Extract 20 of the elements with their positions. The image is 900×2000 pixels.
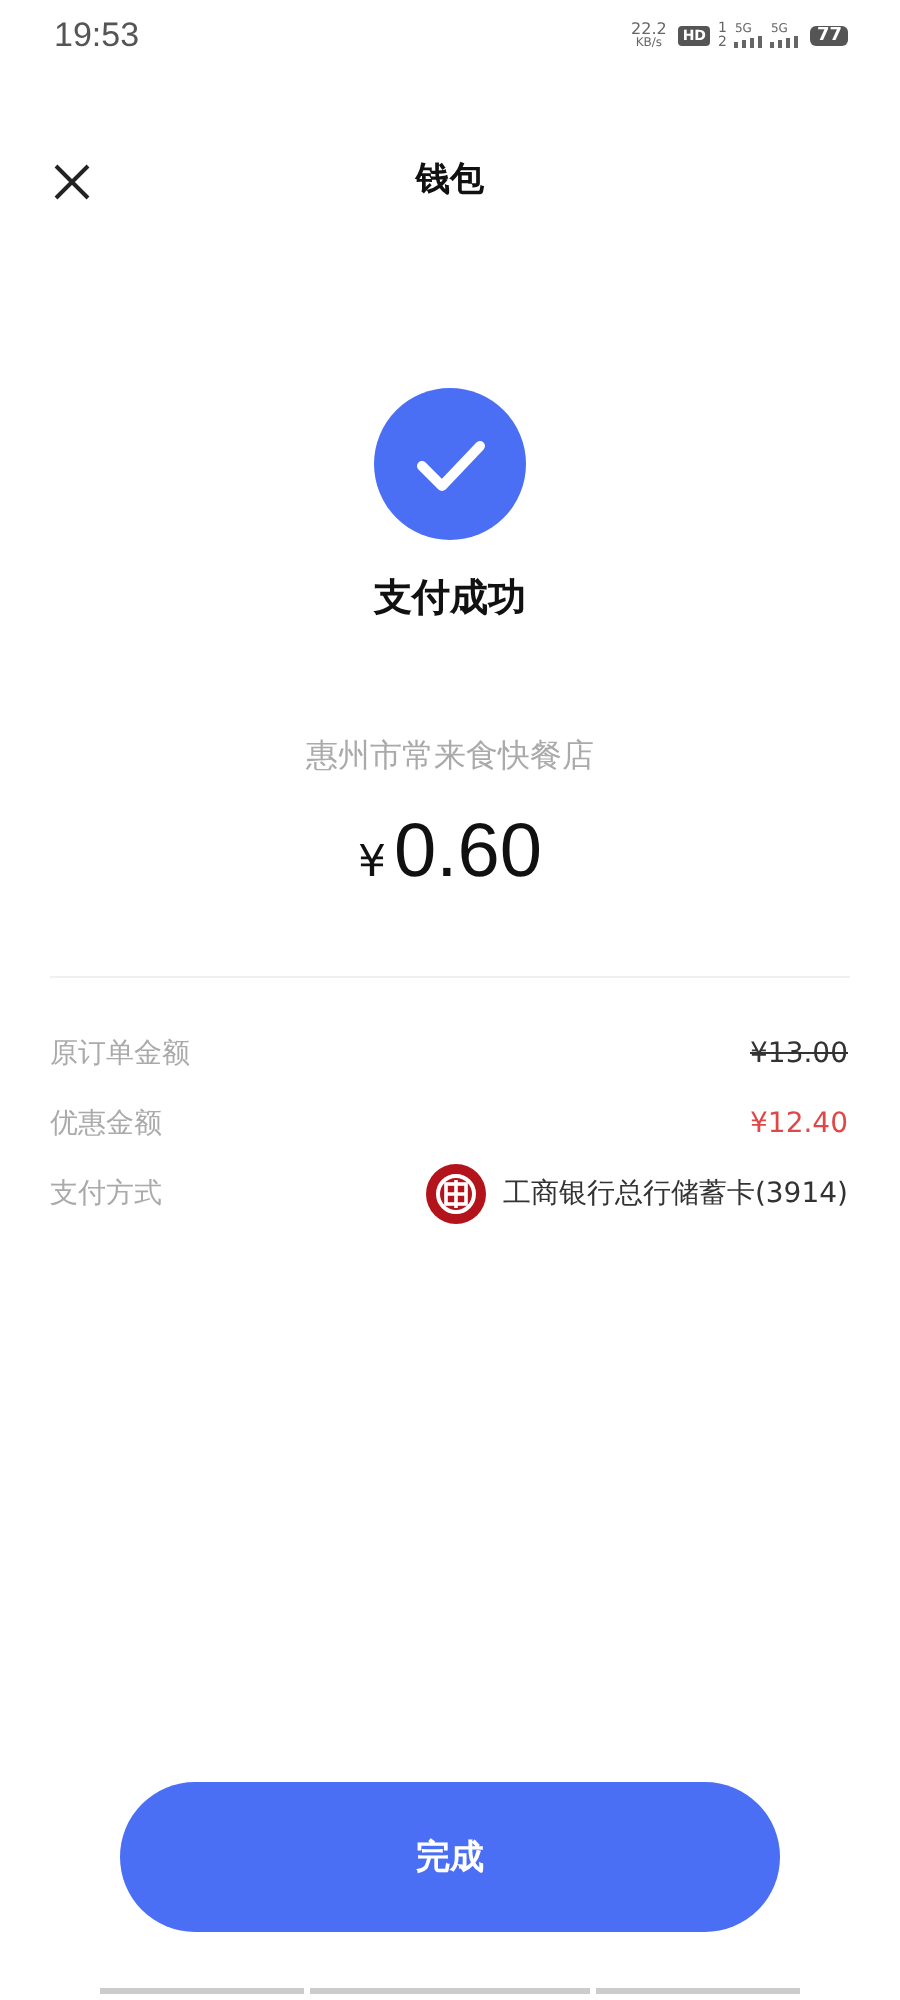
payment-method: 工商银行总行储蓄卡(3914)	[502, 1175, 848, 1211]
discount-amount: ¥12.40	[750, 1107, 848, 1139]
detail-label: 支付方式	[50, 1175, 162, 1211]
bank-logo-icon	[426, 1163, 487, 1223]
currency-symbol: ¥	[358, 838, 387, 888]
done-button[interactable]: 完成	[120, 1782, 780, 1932]
detail-label: 优惠金额	[50, 1105, 162, 1141]
detail-label: 原订单金额	[50, 1035, 190, 1071]
payment-status: 支付成功	[374, 574, 526, 624]
original-price: ¥13.00	[750, 1037, 848, 1069]
merchant-name: 惠州市常来食快餐店	[306, 736, 594, 778]
signal-icon	[734, 36, 763, 48]
close-icon[interactable]	[52, 162, 92, 202]
battery-level: 77	[810, 26, 848, 46]
page-title: 钱包	[416, 157, 484, 201]
success-check-icon	[374, 388, 526, 540]
network-speed: 22.2	[631, 22, 667, 38]
paid-amount: 0.60	[394, 810, 542, 896]
status-time: 19:53	[54, 16, 140, 56]
signal-icon	[770, 36, 799, 48]
